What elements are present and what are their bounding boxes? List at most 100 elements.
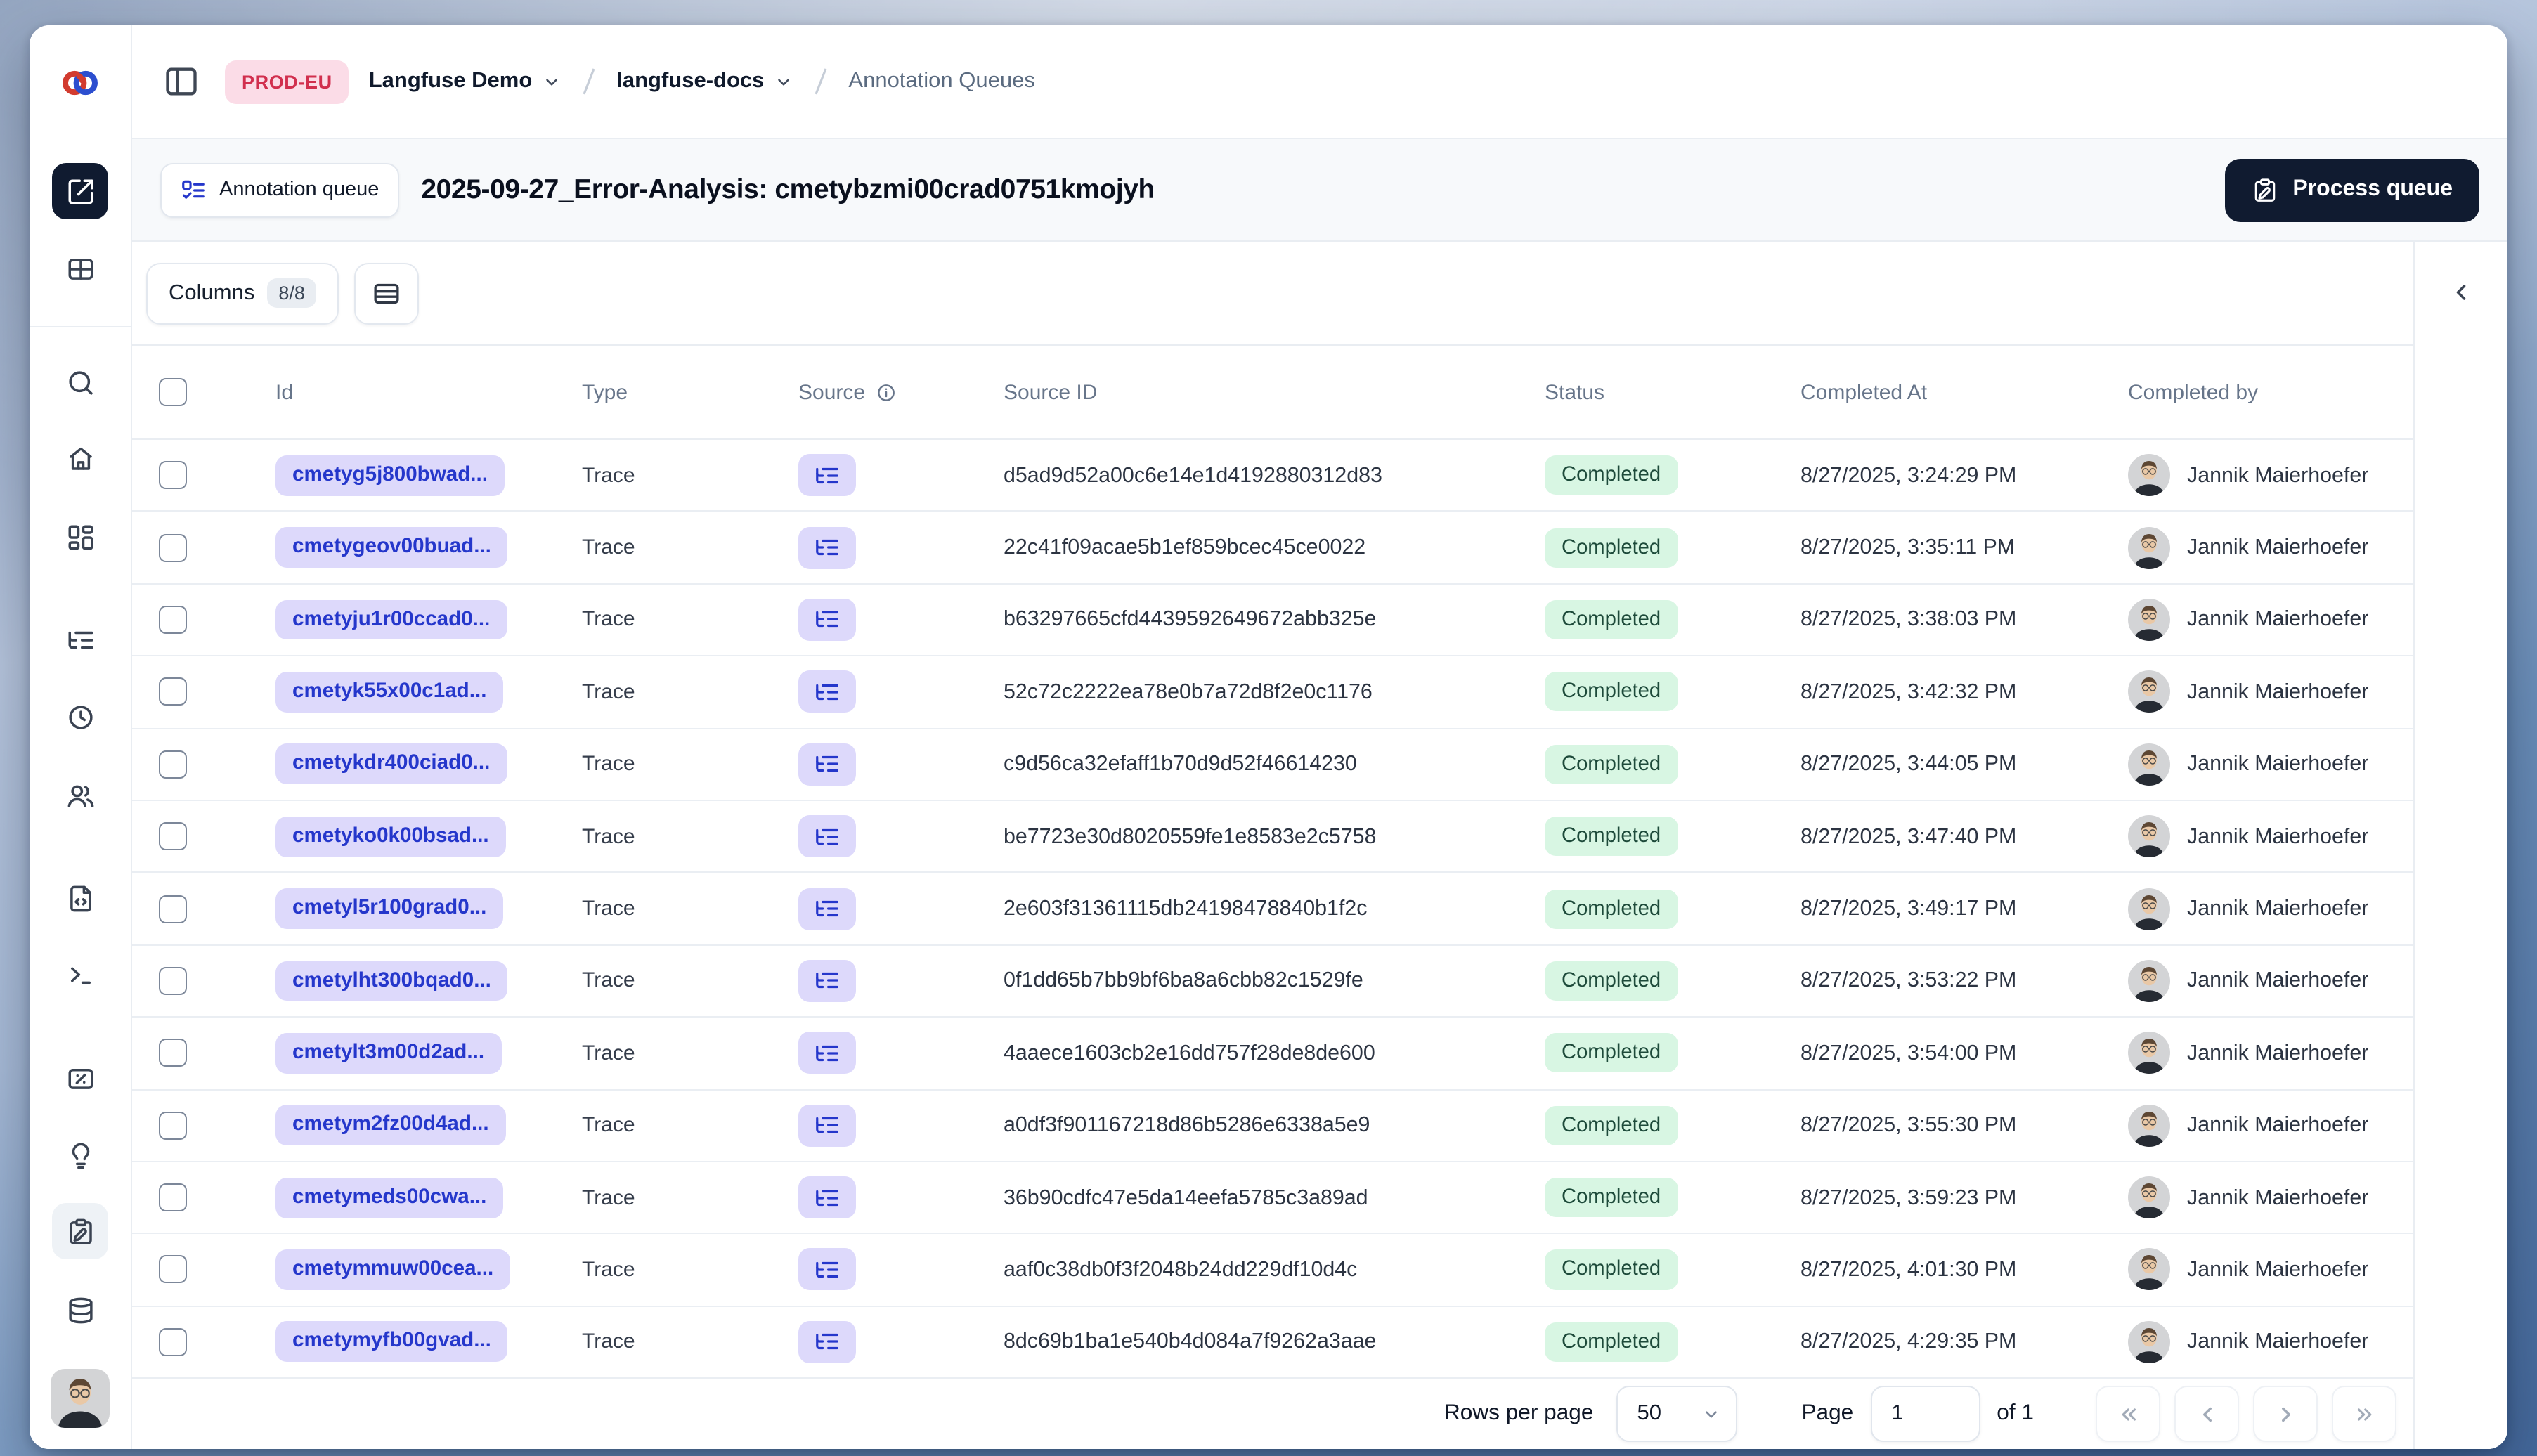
trace-source-icon[interactable]: [798, 815, 856, 858]
table-row[interactable]: cmetyju1r00ccad0... Trace b63297665cfd44…: [132, 585, 2413, 657]
last-page-button[interactable]: [2332, 1386, 2396, 1443]
user-avatar: [2128, 1104, 2170, 1147]
sidebar-item-search[interactable]: [52, 354, 108, 410]
sidebar-item-database[interactable]: [52, 1282, 108, 1338]
trace-source-icon[interactable]: [798, 454, 856, 497]
page-number-input[interactable]: 1: [1870, 1386, 1980, 1443]
trace-source-icon[interactable]: [798, 888, 856, 930]
row-checkbox[interactable]: [159, 966, 187, 995]
row-checkbox[interactable]: [159, 750, 187, 779]
table-row[interactable]: cmetymeds00cwa... Trace 36b90cdfc47e5da1…: [132, 1162, 2413, 1235]
table-row[interactable]: cmetyg5j800bwad... Trace d5ad9d52a00c6e1…: [132, 440, 2413, 512]
sidebar-item-lightbulb[interactable]: [52, 1127, 108, 1183]
table-row[interactable]: cmetym2fz00d4ad... Trace a0df3f901167218…: [132, 1090, 2413, 1162]
item-id-link[interactable]: cmetykdr400ciad0...: [275, 743, 507, 785]
table-row[interactable]: cmetykdr400ciad0... Trace c9d56ca32efaff…: [132, 729, 2413, 801]
sidebar-toggle-button[interactable]: [163, 63, 200, 100]
row-checkbox[interactable]: [159, 895, 187, 923]
select-all-checkbox[interactable]: [159, 378, 187, 406]
user-avatar[interactable]: [51, 1369, 110, 1428]
table-row[interactable]: cmetylt3m00d2ad... Trace 4aaece1603cb2e1…: [132, 1018, 2413, 1091]
item-type: Trace: [582, 1330, 635, 1354]
item-id-link[interactable]: cmetyk55x00c1ad...: [275, 671, 504, 713]
item-id-link[interactable]: cmetym2fz00d4ad...: [275, 1105, 506, 1146]
table-row[interactable]: cmetyl5r100grad0... Trace 2e603f31361115…: [132, 873, 2413, 946]
trace-source-icon[interactable]: [798, 670, 856, 713]
sidebar-item-percent-card[interactable]: [52, 1050, 108, 1106]
trace-source-icon[interactable]: [798, 526, 856, 569]
row-checkbox[interactable]: [159, 605, 187, 634]
row-checkbox[interactable]: [159, 1183, 187, 1212]
info-icon[interactable]: [875, 382, 896, 403]
item-id-link[interactable]: cmetyju1r00ccad0...: [275, 599, 507, 640]
process-queue-button[interactable]: Process queue: [2225, 158, 2479, 221]
rows-per-page-label: Rows per page: [1443, 1401, 1594, 1426]
table-row[interactable]: cmetygeov00buad... Trace 22c41f09acae5b1…: [132, 512, 2413, 585]
table-row[interactable]: cmetymmuw00cea... Trace aaf0c38db0f3f204…: [132, 1235, 2413, 1307]
row-height-button[interactable]: [353, 262, 419, 324]
completed-at: 8/27/2025, 3:49:17 PM: [1800, 897, 2017, 921]
row-checkbox[interactable]: [159, 533, 187, 562]
sidebar-item-clock[interactable]: [52, 689, 108, 745]
completed-by-name: Jannik Maierhoefer: [2187, 824, 2369, 849]
sidebar-item-users[interactable]: [52, 767, 108, 824]
column-header-completed-at[interactable]: Completed At: [1800, 380, 2128, 404]
previous-page-button[interactable]: [2174, 1386, 2239, 1443]
column-header-source[interactable]: Source: [798, 380, 1004, 404]
trace-source-icon[interactable]: [798, 1248, 856, 1291]
trace-source-icon[interactable]: [798, 1032, 856, 1074]
breadcrumb-project[interactable]: langfuse-docs: [616, 69, 792, 94]
item-id-link[interactable]: cmetyg5j800bwad...: [275, 455, 505, 496]
table-row[interactable]: cmetymyfb00gvad... Trace 8dc69b1ba1e540b…: [132, 1306, 2413, 1379]
trace-source-icon[interactable]: [798, 1176, 856, 1219]
user-avatar: [2128, 1032, 2170, 1074]
table-row[interactable]: cmetylht300bqad0... Trace 0f1dd65b7bb9bf…: [132, 945, 2413, 1018]
user-avatar: [2128, 959, 2170, 1002]
row-checkbox[interactable]: [159, 822, 187, 851]
item-id-link[interactable]: cmetygeov00buad...: [275, 527, 508, 568]
trace-source-icon[interactable]: [798, 1104, 856, 1147]
sidebar-item-external-link[interactable]: [52, 163, 108, 219]
trace-source-icon[interactable]: [798, 959, 856, 1002]
trace-source-icon[interactable]: [798, 1320, 856, 1363]
sidebar-item-house[interactable]: [52, 430, 108, 486]
first-page-button[interactable]: [2096, 1386, 2160, 1443]
status-badge: Completed: [1545, 455, 1678, 495]
sidebar-item-clipboard-pen[interactable]: [52, 1203, 108, 1259]
table-row[interactable]: cmetyk55x00c1ad... Trace 52c72c2222ea78e…: [132, 656, 2413, 729]
column-header-id[interactable]: Id: [275, 380, 582, 404]
item-id-link[interactable]: cmetylt3m00d2ad...: [275, 1032, 502, 1074]
breadcrumb-organization[interactable]: Langfuse Demo: [369, 69, 561, 94]
item-id-link[interactable]: cmetymeds00cwa...: [275, 1177, 504, 1218]
sidebar-item-grid-2x2[interactable]: [52, 240, 108, 297]
row-checkbox[interactable]: [159, 1111, 187, 1140]
columns-button[interactable]: Columns 8/8: [146, 262, 339, 324]
column-header-completed-by[interactable]: Completed by: [2128, 380, 2413, 404]
row-checkbox[interactable]: [159, 461, 187, 490]
row-checkbox[interactable]: [159, 677, 187, 706]
sidebar-item-terminal[interactable]: [52, 946, 108, 1002]
item-id-link[interactable]: cmetylht300bqad0...: [275, 961, 508, 1001]
item-id-link[interactable]: cmetymmuw00cea...: [275, 1249, 511, 1290]
next-page-button[interactable]: [2253, 1386, 2318, 1443]
row-checkbox[interactable]: [159, 1255, 187, 1284]
item-id-link[interactable]: cmetyl5r100grad0...: [275, 888, 504, 929]
row-checkbox[interactable]: [159, 1327, 187, 1356]
column-header-type[interactable]: Type: [582, 380, 798, 404]
sidebar-item-list-tree[interactable]: [52, 611, 108, 668]
rows-per-page-select[interactable]: 50: [1616, 1386, 1737, 1443]
house-icon: [65, 443, 95, 473]
trace-source-icon[interactable]: [798, 743, 856, 786]
sidebar-item-file-code[interactable]: [52, 870, 108, 926]
item-id-link[interactable]: cmetyko0k00bsad...: [275, 816, 506, 857]
column-header-status[interactable]: Status: [1545, 380, 1800, 404]
item-id-link[interactable]: cmetymyfb00gvad...: [275, 1321, 508, 1363]
row-checkbox[interactable]: [159, 1039, 187, 1067]
trace-source-icon[interactable]: [798, 598, 856, 641]
expand-panel-button[interactable]: [2439, 270, 2484, 315]
annotation-queue-chip: Annotation queue: [160, 162, 399, 217]
sidebar-item-blocks[interactable]: [52, 509, 108, 565]
blocks-icon: [65, 522, 95, 552]
table-row[interactable]: cmetyko0k00bsad... Trace be7723e30d80205…: [132, 801, 2413, 873]
column-header-source-id[interactable]: Source ID: [1004, 380, 1545, 404]
